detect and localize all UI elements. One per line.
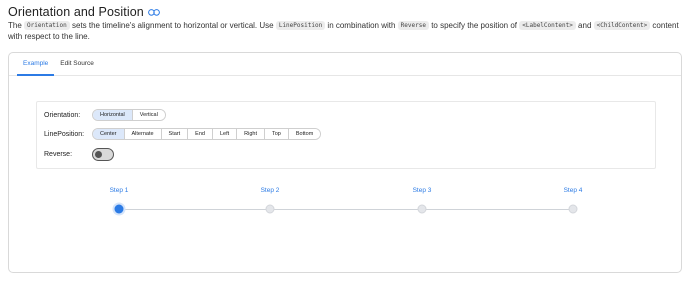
timeline-step-label: Step 4 bbox=[563, 187, 583, 194]
timeline-step-label: Step 3 bbox=[412, 187, 432, 194]
description-text: to specify the position of bbox=[428, 21, 520, 30]
page-title: Orientation and Position bbox=[8, 5, 144, 19]
code-labelcontent: <LabelContent> bbox=[519, 21, 576, 30]
link-icon[interactable] bbox=[147, 8, 160, 16]
section-description: The Orientation sets the timeline's alig… bbox=[8, 21, 684, 42]
timeline-dot-step-4[interactable] bbox=[568, 204, 578, 214]
code-lineposition: LinePosition bbox=[275, 21, 326, 30]
code-orientation: Orientation bbox=[24, 21, 70, 30]
code-childcontent: <ChildContent> bbox=[593, 21, 651, 30]
timeline-dot-step-2[interactable] bbox=[265, 204, 275, 214]
timeline-step-label: Step 2 bbox=[260, 187, 280, 194]
description-text: The bbox=[8, 21, 25, 30]
example-card: Example Edit Source Orientation: Horizon… bbox=[8, 52, 682, 273]
description-text: sets the timeline's alignment to horizon… bbox=[69, 21, 276, 30]
timeline: Step 1 Step 2 Step 3 Step 4 bbox=[9, 53, 683, 274]
timeline-step-label: Step 1 bbox=[109, 187, 129, 194]
timeline-line bbox=[119, 209, 573, 210]
timeline-dot-step-3[interactable] bbox=[417, 204, 427, 214]
code-reverse: Reverse bbox=[397, 21, 429, 30]
timeline-dot-step-1[interactable] bbox=[114, 204, 124, 214]
description-text: in combination with bbox=[325, 21, 398, 30]
description-text: and bbox=[575, 21, 594, 30]
section-heading: Orientation and Position bbox=[8, 4, 160, 20]
